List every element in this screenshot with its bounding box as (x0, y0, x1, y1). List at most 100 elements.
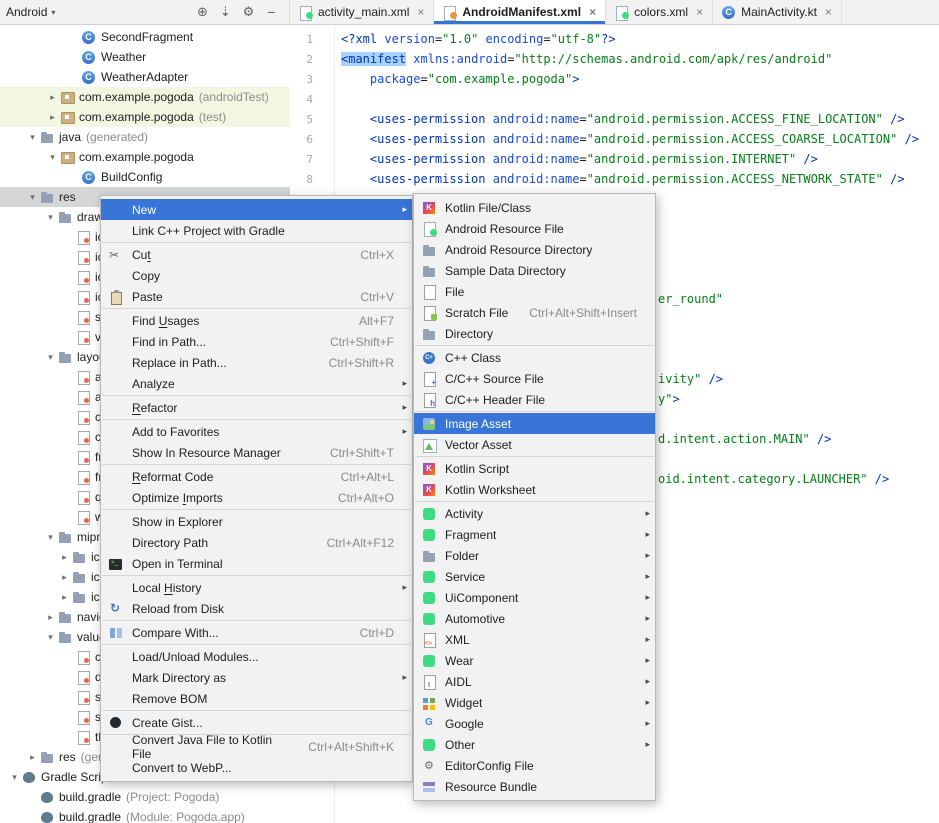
chevron-icon[interactable]: ▾ (44, 632, 57, 643)
chevron-icon[interactable]: ▸ (46, 92, 59, 103)
close-icon[interactable]: × (825, 5, 832, 19)
submenu-item-google[interactable]: Google ▸ (414, 713, 655, 734)
tree-item-com-example-pogoda[interactable]: ▾ com.example.pogoda (0, 147, 290, 167)
android-file-icon (299, 5, 313, 20)
chevron-icon[interactable]: ▾ (26, 132, 39, 143)
submenu-item-c-c-source-file[interactable]: C/C++ Source File (414, 368, 655, 389)
submenu-item-android-resource-file[interactable]: Android Resource File (414, 218, 655, 239)
menu-item-compare-with[interactable]: Compare With... Ctrl+D (101, 622, 412, 643)
submenu-item-scratch-file[interactable]: Scratch File Ctrl+Alt+Shift+Insert (414, 302, 655, 323)
code-line: 1 <?xml version="1.0" encoding="utf-8"?> (291, 29, 939, 49)
chevron-icon[interactable]: ▾ (26, 192, 39, 203)
submenu-item-resource-bundle[interactable]: Resource Bundle (414, 776, 655, 797)
tree-item-java-generated[interactable]: ▾ java (generated) (0, 127, 290, 147)
menu-item-show-in-explorer[interactable]: Show in Explorer (101, 511, 412, 532)
submenu-item-c-class[interactable]: C++ Class (414, 347, 655, 368)
menu-item-find-usages[interactable]: Find Usages Alt+F7 (101, 310, 412, 331)
tab-androidmanifest-xml[interactable]: AndroidManifest.xml × (434, 0, 606, 24)
menu-item-reload-from-disk[interactable]: Reload from Disk (101, 598, 412, 619)
menu-item-label: Reformat Code (132, 470, 213, 484)
menu-item-cut[interactable]: Cut Ctrl+X (101, 244, 412, 265)
menu-item-create-gist[interactable]: Create Gist... (101, 712, 412, 733)
menu-item-optimize-imports[interactable]: Optimize Imports Ctrl+Alt+O (101, 487, 412, 508)
menu-item-paste[interactable]: Paste Ctrl+V (101, 286, 412, 307)
menu-item-remove-bom[interactable]: Remove BOM (101, 688, 412, 709)
menu-item-label: Open in Terminal (132, 557, 223, 571)
submenu-item-android-resource-directory[interactable]: Android Resource Directory (414, 239, 655, 260)
tab-mainactivity-kt[interactable]: MainActivity.kt × (713, 0, 842, 24)
tree-item-build-gradle-module-pogoda-app[interactable]: build.gradle (Module: Pogoda.app) (0, 807, 290, 823)
submenu-item-wear[interactable]: Wear ▸ (414, 650, 655, 671)
tab-activity-main-xml[interactable]: activity_main.xml × (290, 0, 434, 24)
menu-item-mark-directory-as[interactable]: Mark Directory as ▸ (101, 667, 412, 688)
menu-item-convert-java-file-to-kotlin-file[interactable]: Convert Java File to Kotlin File Ctrl+Al… (101, 736, 412, 757)
folder-icon (57, 349, 73, 365)
tree-item-secondfragment[interactable]: SecondFragment (0, 27, 290, 47)
chevron-icon[interactable]: ▸ (58, 592, 71, 603)
tab-colors-xml[interactable]: colors.xml × (606, 0, 713, 24)
submenu-item-kotlin-script[interactable]: Kotlin Script (414, 458, 655, 479)
menu-item-add-to-favorites[interactable]: Add to Favorites ▸ (101, 421, 412, 442)
xml-file-icon (420, 632, 438, 648)
tree-item-com-example-pogoda-test[interactable]: ▸ com.example.pogoda (test) (0, 107, 290, 127)
menu-item-reformat-code[interactable]: Reformat Code Ctrl+Alt+L (101, 466, 412, 487)
submenu-item-file[interactable]: File (414, 281, 655, 302)
submenu-item-automotive[interactable]: Automotive ▸ (414, 608, 655, 629)
menu-item-local-history[interactable]: Local History ▸ (101, 577, 412, 598)
submenu-item-uicomponent[interactable]: UiComponent ▸ (414, 587, 655, 608)
chevron-icon[interactable]: ▸ (44, 612, 57, 623)
submenu-item-directory[interactable]: Directory (414, 323, 655, 344)
menu-item-open-in-terminal[interactable]: Open in Terminal (101, 553, 412, 574)
project-view-selector[interactable]: Android ▾ (6, 5, 55, 19)
chevron-icon[interactable]: ▾ (8, 772, 21, 783)
menu-item-refactor[interactable]: Refactor ▸ (101, 397, 412, 418)
submenu-item-widget[interactable]: Widget ▸ (414, 692, 655, 713)
close-icon[interactable]: × (696, 5, 703, 19)
submenu-item-kotlin-worksheet[interactable]: Kotlin Worksheet (414, 479, 655, 500)
submenu-item-fragment[interactable]: Fragment ▸ (414, 524, 655, 545)
menu-item-replace-in-path[interactable]: Replace in Path... Ctrl+Shift+R (101, 352, 412, 373)
menu-item-shortcut: Ctrl+Alt+F12 (309, 536, 394, 550)
menu-item-copy[interactable]: Copy (101, 265, 412, 286)
chevron-icon[interactable]: ▾ (44, 212, 57, 223)
chevron-icon[interactable]: ▸ (58, 552, 71, 563)
tree-item-weatheradapter[interactable]: WeatherAdapter (0, 67, 290, 87)
chevron-icon[interactable]: ▾ (44, 532, 57, 543)
submenu-item-image-asset[interactable]: Image Asset (414, 413, 655, 434)
chevron-icon[interactable]: ▸ (46, 112, 59, 123)
menu-item-show-in-resource-manager[interactable]: Show In Resource Manager Ctrl+Shift+T (101, 442, 412, 463)
menu-item-directory-path[interactable]: Directory Path Ctrl+Alt+F12 (101, 532, 412, 553)
locate-icon[interactable]: ⊕ (191, 1, 214, 24)
submenu-item-sample-data-directory[interactable]: Sample Data Directory (414, 260, 655, 281)
submenu-item-kotlin-file-class[interactable]: Kotlin File/Class (414, 197, 655, 218)
submenu-item-other[interactable]: Other ▸ (414, 734, 655, 755)
chevron-icon[interactable]: ▸ (26, 752, 39, 763)
close-icon[interactable]: × (417, 5, 424, 19)
menu-item-find-in-path[interactable]: Find in Path... Ctrl+Shift+F (101, 331, 412, 352)
submenu-item-xml[interactable]: XML ▸ (414, 629, 655, 650)
submenu-arrow-icon: ▸ (637, 613, 650, 624)
settings-gear-icon[interactable]: ⚙ (237, 1, 260, 24)
submenu-item-aidl[interactable]: AIDL ▸ (414, 671, 655, 692)
menu-item-new[interactable]: New ▸ (101, 199, 412, 220)
tree-item-weather[interactable]: Weather (0, 47, 290, 67)
menu-item-analyze[interactable]: Analyze ▸ (101, 373, 412, 394)
hide-panel-icon[interactable]: − (260, 1, 283, 24)
submenu-item-vector-asset[interactable]: Vector Asset (414, 434, 655, 455)
submenu-item-activity[interactable]: Activity ▸ (414, 503, 655, 524)
tree-item-buildconfig[interactable]: BuildConfig (0, 167, 290, 187)
tree-item-build-gradle-project-pogoda[interactable]: build.gradle (Project: Pogoda) (0, 787, 290, 807)
chevron-icon[interactable]: ▾ (46, 152, 59, 163)
submenu-item-folder[interactable]: Folder ▸ (414, 545, 655, 566)
chevron-icon[interactable]: ▸ (58, 572, 71, 583)
menu-item-link-c-project-with-gradle[interactable]: Link C++ Project with Gradle (101, 220, 412, 241)
menu-item-load-unload-modules[interactable]: Load/Unload Modules... (101, 646, 412, 667)
submenu-item-service[interactable]: Service ▸ (414, 566, 655, 587)
submenu-item-c-c-header-file[interactable]: C/C++ Header File (414, 389, 655, 410)
tree-item-com-example-pogoda-androidtest[interactable]: ▸ com.example.pogoda (androidTest) (0, 87, 290, 107)
submenu-item-editorconfig-file[interactable]: EditorConfig File (414, 755, 655, 776)
chevron-icon[interactable]: ▾ (44, 352, 57, 363)
bundle-icon (420, 779, 438, 795)
collapse-all-icon[interactable]: ⇣ (214, 1, 237, 24)
close-icon[interactable]: × (589, 5, 596, 19)
